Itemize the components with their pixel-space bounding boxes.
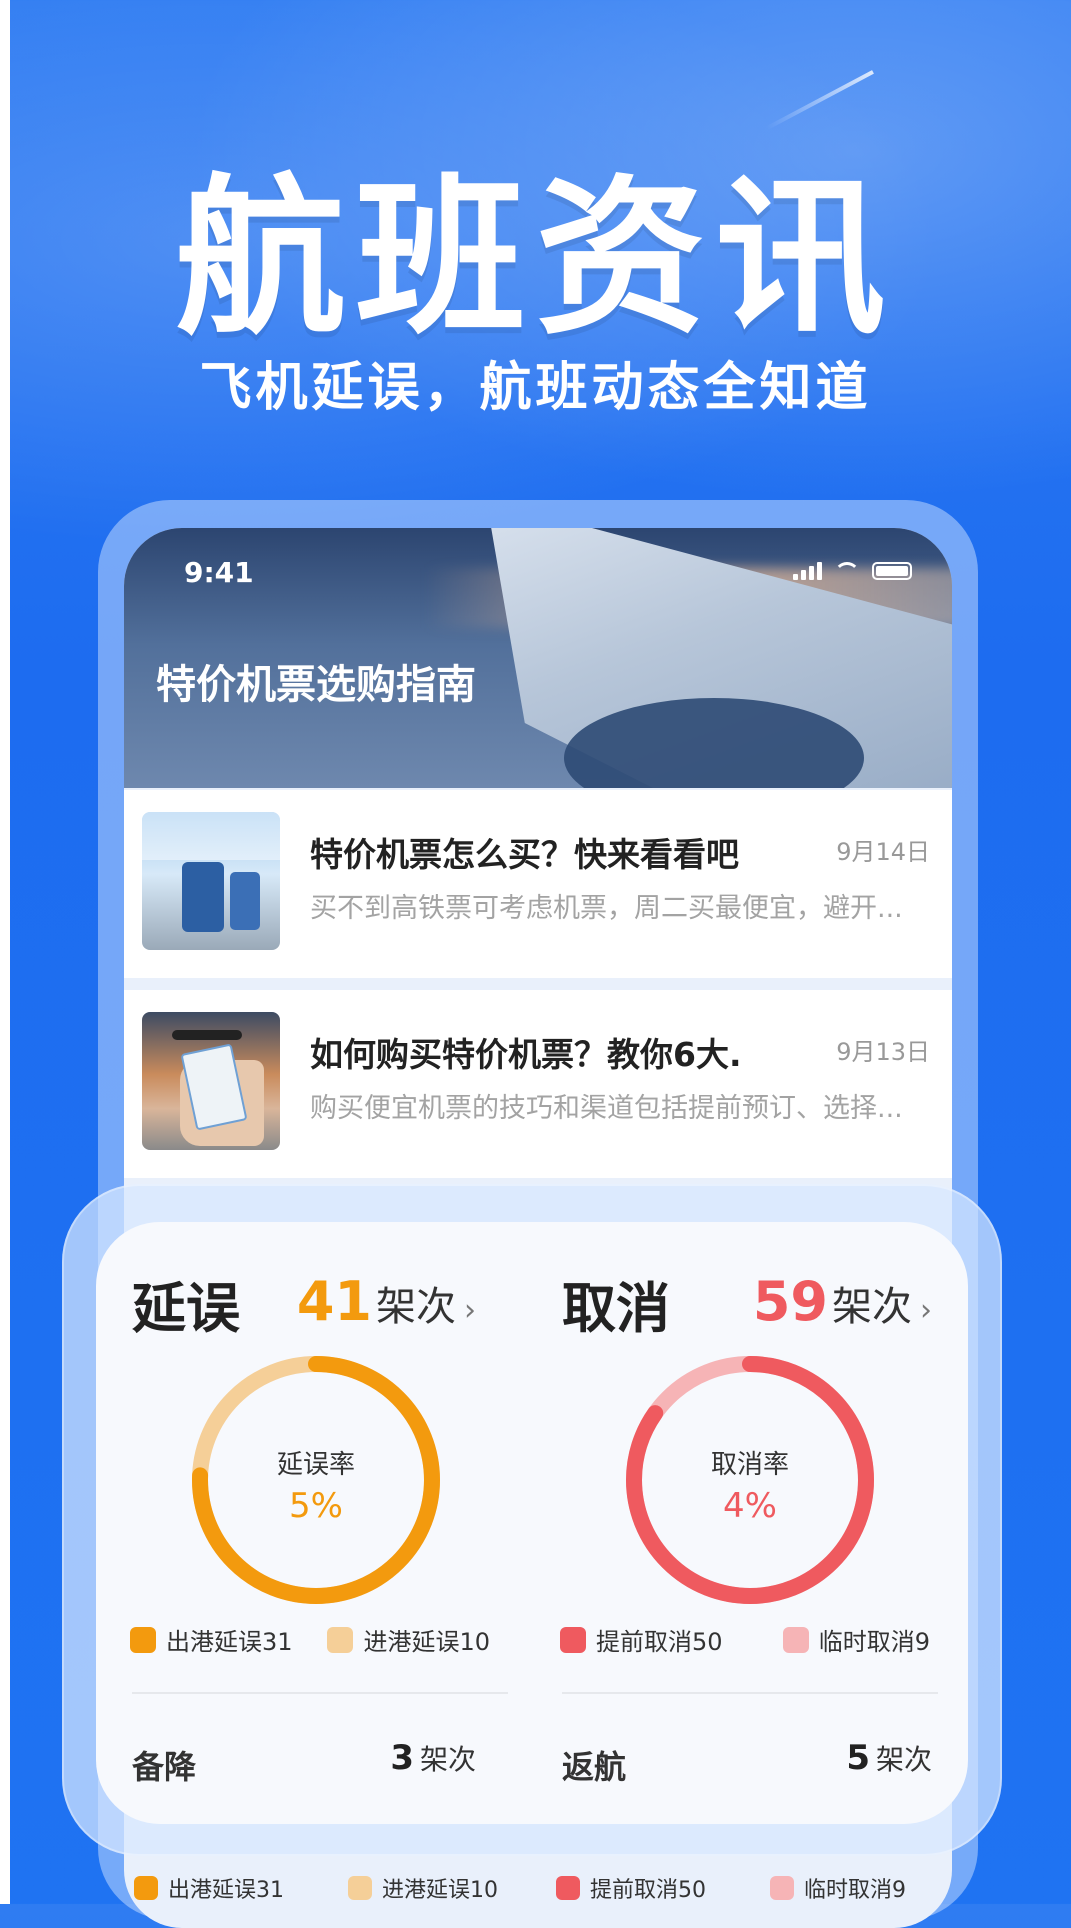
status-time: 9:41 xyxy=(184,556,254,589)
flight-stats-panel: 延误 41 架次 › 延误率 5% 出港延误31 进港延误10 备降 3 架次 … xyxy=(96,1222,968,1824)
legend-label: 出港延误31 xyxy=(168,1878,284,1903)
legend-label: 临时取消9 xyxy=(818,1628,930,1656)
status-icons xyxy=(793,562,912,580)
legend-label: 进港延误10 xyxy=(363,1628,490,1656)
legend-label: 提前取消50 xyxy=(590,1878,706,1903)
news-card[interactable]: 如何购买特价机票？教你6大... 9月13日 购买便宜机票的技巧和渠道包括提前预… xyxy=(124,990,952,1178)
delay-rate-label: 延误率 xyxy=(276,1450,355,1480)
chevron-right-icon: › xyxy=(920,1293,932,1328)
wifi-icon xyxy=(834,562,860,580)
news-card[interactable]: 特价机票怎么买？快来看看吧~ 9月14日 买不到高铁票可考虑机票，周二买最便宜，… xyxy=(124,790,952,978)
diversion-count-row: 3 架次 xyxy=(390,1738,476,1778)
chevron-right-icon: › xyxy=(464,1293,476,1328)
diversion-label: 备降 xyxy=(132,1748,197,1786)
delay-unit: 架次 xyxy=(376,1284,456,1330)
promo-headline: 航班资讯 xyxy=(175,160,896,358)
diversion-unit: 架次 xyxy=(419,1743,476,1776)
divider xyxy=(132,1692,508,1694)
news-thumbnail xyxy=(142,812,280,950)
delay-count-link[interactable]: 41 架次 › xyxy=(297,1270,476,1333)
peek-legend-item: 临时取消9 xyxy=(770,1872,906,1904)
diversion-count: 3 xyxy=(390,1738,414,1778)
legend-item: 进港延误10 xyxy=(327,1622,490,1657)
legend-item: 出港延误31 xyxy=(130,1622,293,1657)
hero-title: 特价机票选购指南 xyxy=(156,662,476,708)
delay-title: 延误 xyxy=(132,1277,240,1340)
delay-rate-ring: 延误率 5% xyxy=(188,1352,444,1608)
return-unit: 架次 xyxy=(875,1743,932,1776)
return-label: 返航 xyxy=(562,1748,627,1786)
delay-legend: 出港延误31 进港延误10 xyxy=(130,1622,490,1657)
news-date: 9月13日 xyxy=(836,1038,930,1066)
news-title: 如何购买特价机票？教你6大... xyxy=(310,1035,740,1074)
legend-label: 进港延误10 xyxy=(382,1878,498,1903)
peek-legend-item: 进港延误10 xyxy=(348,1872,498,1904)
legend-label: 出港延误31 xyxy=(166,1628,293,1656)
news-title: 特价机票怎么买？快来看看吧~ xyxy=(310,835,740,874)
delay-count: 41 xyxy=(296,1270,372,1333)
legend-swatch xyxy=(782,1626,809,1653)
delay-rate-value: 5% xyxy=(289,1486,343,1526)
cancel-stats: 取消 59 架次 › 取消率 4% 提前取消50 临时取消9 返航 5 架次 xyxy=(532,1222,938,1822)
cancel-count-link[interactable]: 59 架次 › xyxy=(753,1270,932,1333)
legend-swatch xyxy=(130,1626,156,1653)
legend-swatch xyxy=(348,1876,372,1900)
legend-swatch xyxy=(556,1876,580,1900)
news-summary: 买不到高铁票可考虑机票，周二买最便宜，避开... xyxy=(310,893,903,924)
battery-icon xyxy=(872,562,912,580)
news-date: 9月14日 xyxy=(836,838,930,866)
legend-swatch xyxy=(327,1626,354,1653)
signal-icon xyxy=(793,562,822,580)
promo-subheadline: 飞机延误，航班动态全知道 xyxy=(199,358,872,418)
legend-item: 临时取消9 xyxy=(782,1622,930,1657)
cancel-rate-ring: 取消率 4% xyxy=(622,1352,878,1608)
delay-stats: 延误 41 架次 › 延误率 5% 出港延误31 进港延误10 备降 3 架次 xyxy=(96,1222,508,1822)
legend-swatch xyxy=(134,1876,158,1900)
legend-swatch xyxy=(560,1626,586,1653)
legend-label: 提前取消50 xyxy=(596,1628,723,1656)
return-count: 5 xyxy=(846,1738,870,1778)
legend-label: 临时取消9 xyxy=(804,1878,906,1903)
peek-legend-item: 出港延误31 xyxy=(134,1872,284,1904)
cancel-count: 59 xyxy=(752,1270,828,1333)
legend-item: 提前取消50 xyxy=(560,1622,723,1657)
divider xyxy=(562,1692,938,1694)
return-count-row: 5 架次 xyxy=(846,1738,932,1778)
cancel-legend: 提前取消50 临时取消9 xyxy=(560,1622,930,1657)
cancel-title: 取消 xyxy=(562,1277,670,1340)
cancel-unit: 架次 xyxy=(832,1284,912,1330)
peek-legend-item: 提前取消50 xyxy=(556,1872,706,1904)
news-thumbnail xyxy=(142,1012,280,1150)
hero-banner: 9:41 特价机票选购指南 xyxy=(124,528,952,788)
cancel-rate-value: 4% xyxy=(723,1486,777,1526)
legend-swatch xyxy=(770,1876,794,1900)
news-summary: 购买便宜机票的技巧和渠道包括提前预订、选择... xyxy=(310,1093,903,1124)
cancel-rate-label: 取消率 xyxy=(710,1450,789,1480)
